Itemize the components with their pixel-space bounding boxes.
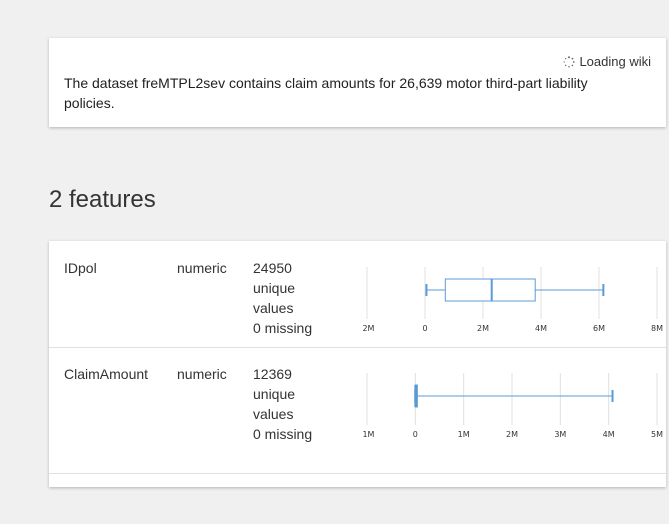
- tick-label: 6M: [593, 324, 605, 333]
- tick-label: 4M: [535, 324, 547, 333]
- iqr-box: [444, 278, 536, 302]
- loading-spinner-icon: [564, 55, 576, 68]
- tick-label: 2M: [477, 324, 489, 333]
- tick-label: 8M: [651, 324, 663, 333]
- boxplot-svg: -1M 0 1M 2M 3M 4M 5M: [363, 373, 663, 439]
- tick-label: 0: [422, 324, 427, 333]
- loading-wiki-text: Loading wiki: [579, 54, 651, 69]
- feature-type: numeric: [177, 260, 227, 276]
- dataset-description-card: Loading wiki The dataset freMTPL2sev con…: [49, 38, 666, 127]
- feature-row[interactable]: ClaimAmount numeric 12369 unique values …: [49, 347, 666, 474]
- unique-label: unique: [253, 386, 296, 402]
- unique-label: unique: [253, 280, 296, 296]
- feature-type: numeric: [177, 366, 227, 382]
- tick-label: -1M: [363, 430, 375, 439]
- boxplot-claimamount: -1M 0 1M 2M 3M 4M 5M: [363, 367, 663, 443]
- tick-label: 2M: [506, 430, 518, 439]
- dataset-description: The dataset freMTPL2sev contains claim a…: [64, 75, 588, 111]
- boxplot-idpol: -2M 0 2M 4M 6M 8M: [363, 261, 663, 337]
- tick-label: 5M: [651, 430, 663, 439]
- feature-name: IDpol: [64, 260, 97, 276]
- missing-count: 0 missing: [253, 426, 313, 442]
- tick-label: 1M: [458, 430, 470, 439]
- missing-count: 0 missing: [253, 320, 313, 336]
- boxplot-svg: -2M 0 2M 4M 6M 8M: [363, 267, 663, 333]
- features-table: IDpol numeric 24950 unique values 0 miss…: [49, 241, 666, 487]
- tick-label: 4M: [603, 430, 615, 439]
- feature-row[interactable]: IDpol numeric 24950 unique values 0 miss…: [49, 241, 666, 348]
- features-heading: 2 features: [49, 186, 156, 213]
- feature-stats: 24950 unique values 0 missing: [253, 258, 333, 338]
- feature-name: ClaimAmount: [64, 366, 149, 382]
- feature-stats: 12369 unique values 0 missing: [253, 364, 333, 444]
- loading-wiki-indicator: Loading wiki: [563, 54, 651, 69]
- unique-count: 24950: [253, 260, 292, 276]
- unique-count: 12369: [253, 366, 292, 382]
- tick-label: 0: [413, 430, 418, 439]
- values-label: values: [253, 406, 294, 422]
- tick-label: 3M: [554, 430, 566, 439]
- values-label: values: [253, 300, 294, 316]
- tick-label: -2M: [363, 324, 375, 333]
